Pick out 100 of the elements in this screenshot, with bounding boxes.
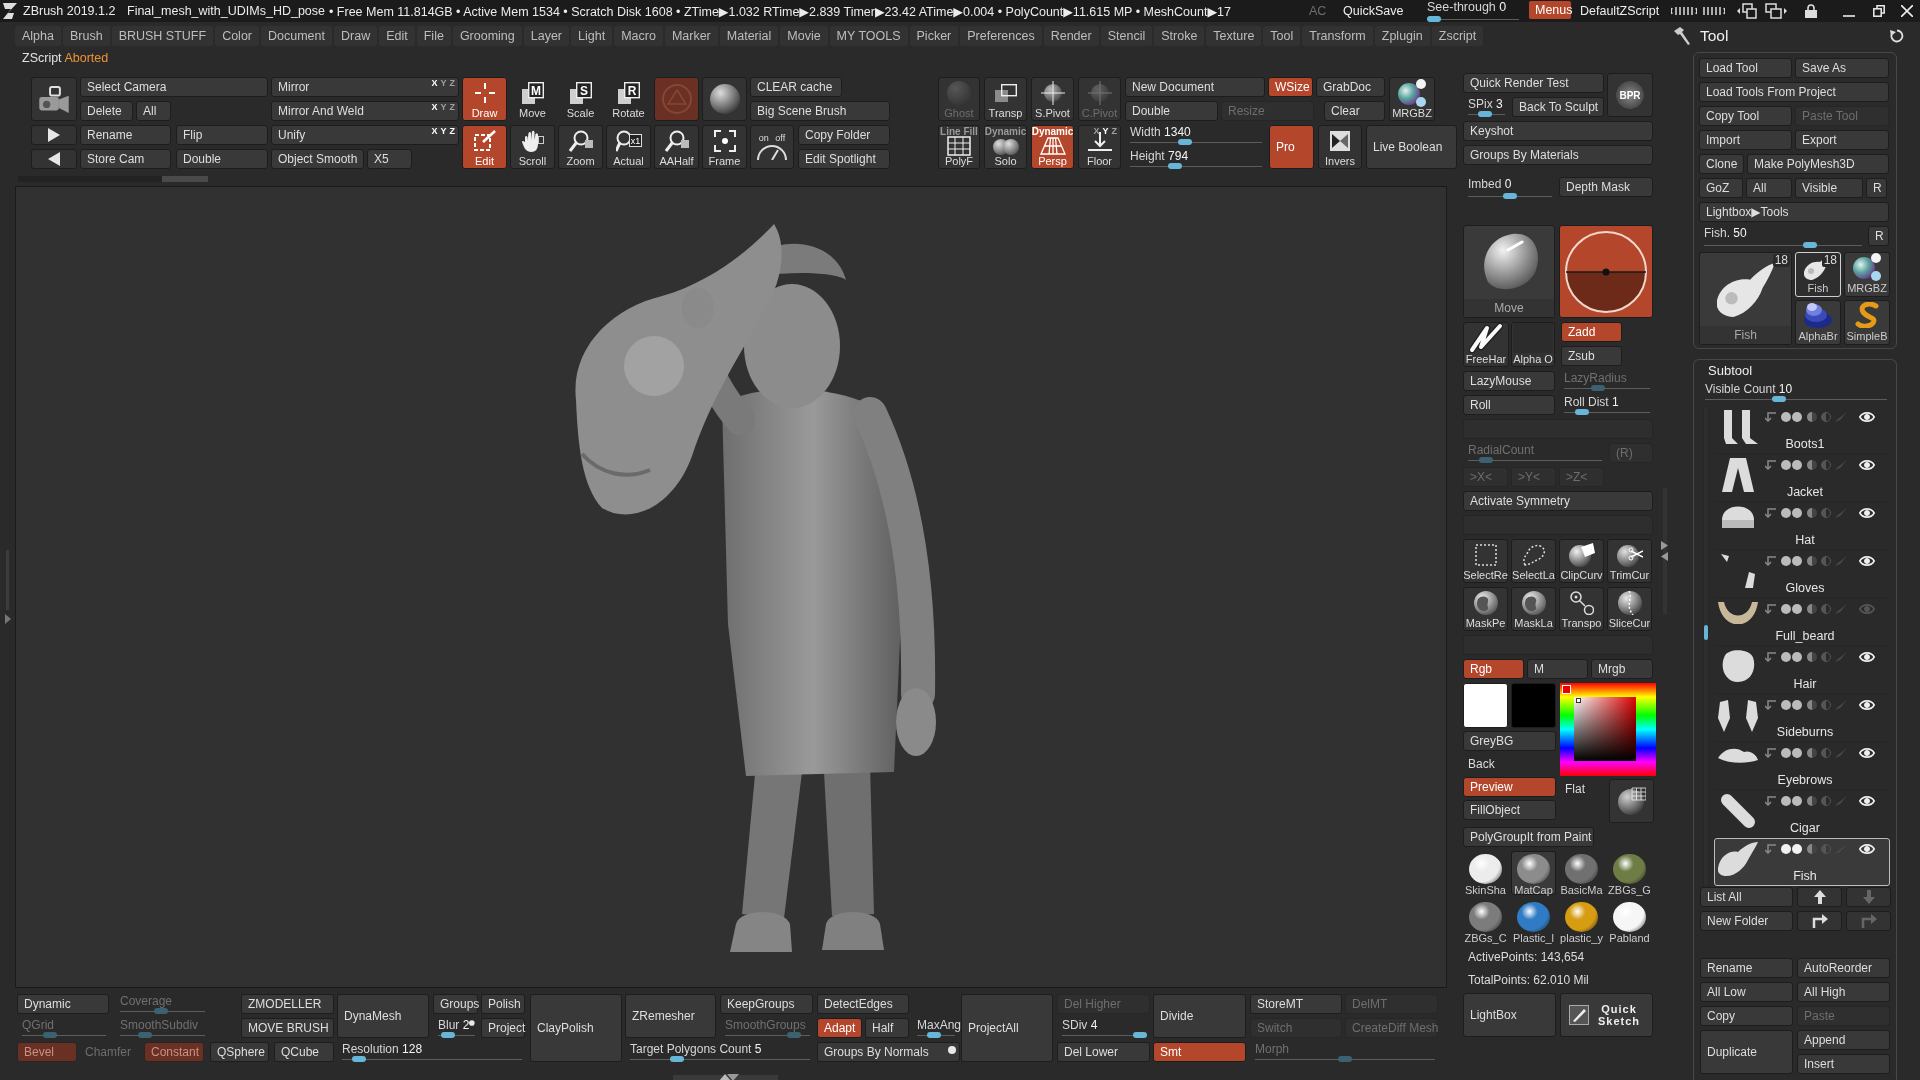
folder-arrow-icon[interactable] bbox=[1765, 651, 1777, 662]
slider-handle[interactable] bbox=[1178, 139, 1193, 145]
shelf-button[interactable]: Half bbox=[865, 1018, 909, 1038]
shelf-tool-button[interactable]: Line Fill PolyF bbox=[938, 125, 980, 169]
tool-panel-button[interactable]: Export bbox=[1795, 130, 1889, 150]
menu-item[interactable]: Marker bbox=[664, 26, 718, 46]
shelf-tool-button[interactable]: Invers bbox=[1318, 125, 1362, 169]
shelf-tool-button[interactable]: X Y Z Floor bbox=[1078, 125, 1121, 169]
menu-item[interactable]: Movie bbox=[780, 26, 828, 46]
axis-toggle[interactable]: Y bbox=[1102, 127, 1109, 136]
toggle-icon[interactable] bbox=[1781, 507, 1803, 518]
palette-scrollbar[interactable] bbox=[1661, 487, 1668, 615]
palette-button[interactable]: Depth Mask bbox=[1559, 177, 1653, 197]
shelf-tool-button[interactable]: AAHalf bbox=[654, 125, 699, 169]
palette-button[interactable]: Roll bbox=[1463, 395, 1555, 415]
tool-panel-button[interactable]: R bbox=[1866, 178, 1887, 198]
slider-handle[interactable] bbox=[927, 1032, 942, 1038]
subtool-button[interactable]: AutoReorder bbox=[1797, 958, 1890, 978]
subtool-button[interactable]: New Folder bbox=[1700, 911, 1793, 931]
shelf-button[interactable]: ZMODELLER bbox=[241, 994, 334, 1014]
axis-toggle[interactable]: Z bbox=[449, 127, 455, 136]
shelf-tool-button[interactable]: Zoom bbox=[558, 125, 603, 169]
palette-button[interactable]: Mrgb bbox=[1591, 659, 1653, 679]
menu-item[interactable]: Layer bbox=[523, 26, 570, 46]
shelf-button[interactable]: Mirror And Weld X Y Z bbox=[271, 101, 459, 121]
menu-item[interactable]: Grooming bbox=[452, 26, 522, 46]
shelf-button[interactable]: Smt bbox=[1153, 1042, 1246, 1062]
shelf-button[interactable]: Clear bbox=[1324, 101, 1385, 121]
folder-arrow-icon[interactable] bbox=[1765, 459, 1777, 470]
half-moon-icon[interactable] bbox=[1807, 699, 1817, 710]
palette-tool-button[interactable]: Transpo bbox=[1559, 587, 1604, 631]
folder-arrow-icon[interactable] bbox=[1765, 603, 1777, 614]
shelf-button[interactable]: Double bbox=[176, 149, 268, 169]
color-picker[interactable] bbox=[1560, 683, 1656, 776]
palette-button[interactable]: Zsub bbox=[1561, 346, 1622, 366]
palette-button[interactable]: PolyGroupIt from Paint bbox=[1463, 827, 1594, 847]
palette-button[interactable]: Keyshot bbox=[1463, 121, 1653, 141]
menu-item[interactable]: Brush bbox=[63, 26, 110, 46]
shelf-button[interactable]: KeepGroups bbox=[720, 994, 813, 1014]
slider-handle[interactable] bbox=[1503, 193, 1517, 199]
menu-item[interactable]: MY TOOLS bbox=[829, 26, 908, 46]
material-button[interactable]: ZBGs_C bbox=[1463, 899, 1508, 943]
palette-button[interactable]: Activate Symmetry bbox=[1463, 491, 1653, 511]
folder-arrow-icon[interactable] bbox=[1765, 795, 1777, 806]
half-moon-icon[interactable] bbox=[1807, 555, 1817, 566]
subtool-button[interactable]: List All bbox=[1700, 887, 1793, 907]
menu-item[interactable]: Macro bbox=[614, 26, 663, 46]
half-moon-icon[interactable] bbox=[1807, 603, 1817, 614]
folder-arrow-icon[interactable] bbox=[1765, 747, 1777, 758]
shelf-tool-button[interactable]: Frame bbox=[702, 125, 747, 169]
shelf-button[interactable]: Groups By Normals bbox=[817, 1042, 960, 1062]
half-moon-icon[interactable] bbox=[1807, 795, 1817, 806]
palette-tool-button[interactable]: ClipCurv bbox=[1559, 539, 1604, 583]
palette-button[interactable]: FillObject bbox=[1463, 800, 1556, 820]
tool-panel-button[interactable]: Import bbox=[1699, 130, 1792, 150]
menu-item[interactable]: Zscript bbox=[1431, 26, 1484, 46]
menu-item[interactable]: Stroke bbox=[1154, 26, 1205, 46]
tool-panel-button[interactable]: Save As bbox=[1795, 58, 1889, 78]
reset-icon[interactable] bbox=[1890, 29, 1904, 43]
shelf-tool-button[interactable]: Transp bbox=[984, 77, 1027, 121]
shelf-button[interactable]: DetectEdges bbox=[817, 994, 909, 1014]
toggle-icon[interactable] bbox=[1781, 795, 1803, 806]
shelf-button[interactable]: QSphere bbox=[210, 1042, 269, 1062]
shelf-button[interactable]: Select Camera bbox=[80, 77, 268, 97]
shelf-button[interactable]: Object Smooth bbox=[271, 149, 364, 169]
collapse-handle-icon[interactable] bbox=[673, 1073, 778, 1080]
palette-button[interactable]: Quick Sketch bbox=[1560, 993, 1653, 1037]
axis-toggle[interactable]: X bbox=[1093, 127, 1100, 136]
shelf-tool-button[interactable]: Draw bbox=[462, 77, 507, 121]
menu-item[interactable]: Picker bbox=[909, 26, 959, 46]
shelf-button[interactable]: X5 bbox=[367, 149, 412, 169]
material-button[interactable]: BasicMa bbox=[1559, 851, 1604, 895]
shelf-button[interactable]: Del Lower bbox=[1057, 1042, 1150, 1062]
subtool-button[interactable]: Append bbox=[1797, 1030, 1890, 1050]
menu-item[interactable]: Zplugin bbox=[1374, 26, 1430, 46]
tool-panel-thumbnail-button[interactable]: MRGBZ bbox=[1844, 252, 1890, 297]
shelf-button[interactable]: CLEAR cache bbox=[750, 77, 842, 97]
slider-handle[interactable] bbox=[1772, 396, 1787, 402]
palette-button[interactable]: LightBox bbox=[1463, 993, 1556, 1037]
palette-button[interactable]: Preview bbox=[1463, 777, 1556, 797]
shelf-button[interactable]: Rename bbox=[80, 125, 171, 145]
shelf-button[interactable]: Dynamic bbox=[17, 994, 109, 1014]
axis-toggle[interactable]: X bbox=[431, 127, 438, 136]
menu-item[interactable]: Render bbox=[1043, 26, 1099, 46]
palette-button[interactable]: Quick Render Test bbox=[1463, 73, 1604, 93]
palette-button[interactable]: GreyBG bbox=[1463, 731, 1556, 751]
material-button[interactable]: ZBGs_G bbox=[1607, 851, 1652, 895]
restore-icon[interactable] bbox=[1873, 5, 1885, 17]
shelf-button[interactable]: Divide bbox=[1153, 994, 1246, 1038]
subtool-row[interactable]: Gloves bbox=[1714, 550, 1890, 598]
expand-arrow-icon[interactable] bbox=[4, 614, 11, 624]
shelf-button[interactable]: QCube bbox=[274, 1042, 334, 1062]
material-button[interactable]: SkinSha bbox=[1463, 851, 1508, 895]
tool-panel-button[interactable]: Visible bbox=[1795, 178, 1863, 198]
axis-toggle[interactable]: X bbox=[431, 103, 438, 112]
folder-arrow-icon[interactable] bbox=[1765, 699, 1777, 710]
menu-item[interactable]: Alpha bbox=[15, 26, 61, 46]
shelf-tool-button[interactable]: x1 Actual bbox=[606, 125, 651, 169]
subtool-row[interactable]: Sideburns bbox=[1714, 694, 1890, 742]
shelf-tool-button[interactable]: MRGBZ bbox=[1389, 77, 1435, 121]
